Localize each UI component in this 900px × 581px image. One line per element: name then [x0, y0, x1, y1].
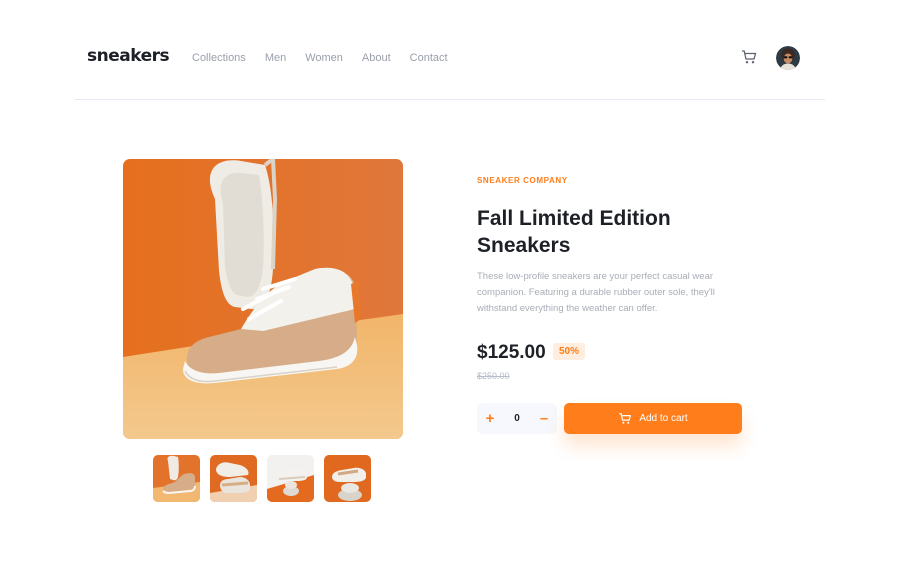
increase-quantity-button[interactable]: + — [477, 403, 503, 434]
product-title: Fall Limited Edition Sneakers — [477, 207, 671, 257]
thumbnail-strip — [153, 455, 371, 502]
thumbnail-2[interactable] — [210, 455, 257, 502]
main-nav: Collections Men Women About Contact — [192, 52, 448, 64]
quantity-value: 0 — [514, 413, 520, 424]
nav-item-about[interactable]: About — [362, 52, 391, 64]
product-description: These low-profile sneakers are your perf… — [477, 271, 715, 314]
brand-label: SNEAKER COMPANY — [477, 176, 568, 185]
quantity-stepper: + 0 – — [477, 403, 557, 434]
thumbnail-1[interactable] — [153, 455, 200, 502]
nav-item-collections[interactable]: Collections — [192, 52, 246, 64]
thumbnail-3[interactable] — [267, 455, 314, 502]
nav-item-women[interactable]: Women — [305, 52, 343, 64]
decrease-quantity-button[interactable]: – — [531, 403, 557, 434]
thumbnail-4[interactable] — [324, 455, 371, 502]
logo[interactable]: sneakers — [87, 46, 170, 66]
current-price: $125.00 — [477, 342, 546, 363]
add-to-cart-button[interactable]: Add to cart — [564, 403, 742, 434]
original-price: $250.00 — [477, 371, 510, 381]
cart-icon — [619, 413, 632, 424]
nav-item-contact[interactable]: Contact — [410, 52, 448, 64]
avatar[interactable] — [776, 46, 800, 70]
nav-item-men[interactable]: Men — [265, 52, 286, 64]
add-to-cart-label: Add to cart — [639, 413, 688, 424]
discount-badge: 50% — [553, 343, 586, 360]
cart-icon[interactable] — [741, 49, 757, 65]
site-header: sneakers Collections Men Women About Con… — [75, 0, 825, 100]
product-main-image[interactable] — [123, 159, 403, 439]
